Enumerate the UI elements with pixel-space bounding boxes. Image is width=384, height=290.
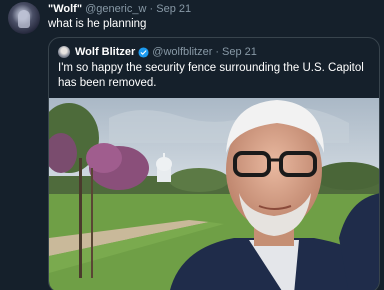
quoted-separator: · [215,46,220,58]
tweet-text: what is he planning [48,18,147,30]
selfie-photo[interactable] [49,98,379,290]
separator: · [149,3,154,15]
handle[interactable]: @generic_w [85,3,146,15]
verified-badge-icon [138,46,149,58]
quoted-display-name[interactable]: Wolf Blitzer [75,45,135,59]
tweet[interactable]: "Wolf" @generic_w · Sep 21 what is he pl… [0,0,384,290]
quoted-tweet[interactable]: Wolf Blitzer @wolfblitzer · Sep 21 I'm s… [48,37,380,290]
timestamp[interactable]: Sep 21 [156,3,191,15]
quoted-tweet-text: I'm so happy the security fence surround… [58,62,364,89]
user-avatar[interactable] [8,2,40,34]
quoted-handle[interactable]: @wolfblitzer [152,45,212,59]
quoted-avatar[interactable] [58,46,70,58]
display-name[interactable]: "Wolf" [48,3,82,15]
quoted-timestamp[interactable]: Sep 21 [222,45,257,59]
photo-illustration [49,98,379,290]
tweet-header: "Wolf" @generic_w · Sep 21 [48,2,191,16]
quoted-tweet-header: Wolf Blitzer @wolfblitzer · Sep 21 [58,45,257,59]
